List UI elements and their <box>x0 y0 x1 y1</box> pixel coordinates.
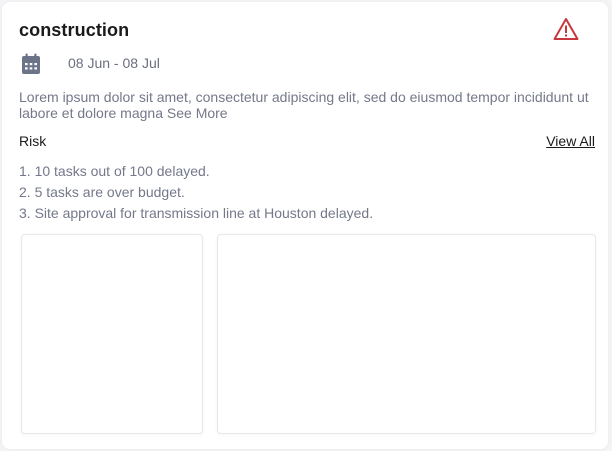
risk-list: 1. 10 tasks out of 100 delayed. 2. 5 tas… <box>19 161 373 224</box>
description-text: Lorem ipsum dolor sit amet, consectetur … <box>19 89 589 121</box>
project-description: Lorem ipsum dolor sit amet, consectetur … <box>19 89 589 121</box>
date-range: 08 Jun - 08 Jul <box>68 55 160 71</box>
risk-item: 1. 10 tasks out of 100 delayed. <box>19 163 210 179</box>
project-title: construction <box>19 20 130 40</box>
project-card: construction 08 Jun - 08 Jul Lorem ipsum… <box>2 2 608 449</box>
risk-item: 2. 5 tasks are over budget. <box>19 184 185 200</box>
warning-triangle-icon[interactable] <box>553 17 579 41</box>
risk-item: 3. Site approval for transmission line a… <box>19 205 374 221</box>
risk-heading: Risk <box>19 133 47 149</box>
see-more-link[interactable]: See More <box>167 105 228 121</box>
right-panel <box>217 234 596 434</box>
calendar-icon <box>22 53 40 74</box>
view-all-link[interactable]: View All <box>546 133 595 149</box>
left-panel <box>21 234 203 434</box>
